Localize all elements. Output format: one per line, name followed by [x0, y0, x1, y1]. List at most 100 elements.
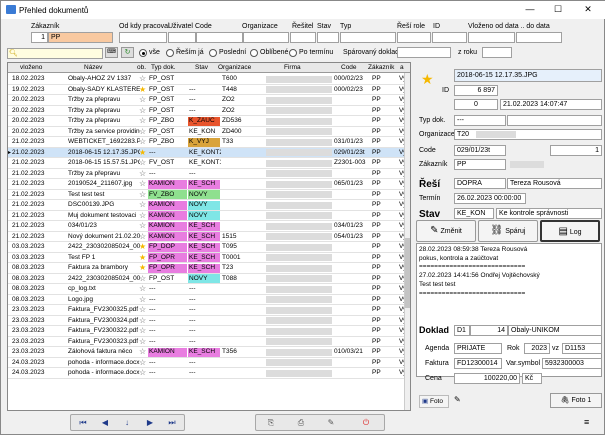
radio-resim-ja[interactable] [166, 49, 174, 57]
z-roku-field[interactable] [482, 47, 512, 58]
resi-person-field[interactable]: Tereza Rousová [507, 178, 602, 189]
next-record-icon[interactable]: ▶ [140, 416, 160, 430]
table-row[interactable]: 21.02.2023 Tržby za přepravu ☆ --- --- PP Vy [8, 169, 406, 179]
col-header-zakaznik[interactable]: Zákazník [368, 64, 394, 71]
favorite-star-icon[interactable]: ☆ [139, 158, 146, 167]
id-filter-field[interactable] [432, 32, 467, 43]
edit-icon[interactable]: ✎ [321, 416, 341, 430]
favorite-star-icon[interactable]: ★ [139, 242, 146, 251]
table-row[interactable]: 23.03.2023 Faktura_FV2300322.pdf ☆ --- --- PP… [8, 326, 406, 337]
favorite-star-icon[interactable]: ☆ [139, 74, 146, 83]
power-icon[interactable]: ⏻ [356, 416, 376, 430]
resi-role-field[interactable] [397, 32, 431, 43]
favorite-star-icon[interactable]: ☆ [139, 106, 146, 115]
organizace-field[interactable] [243, 32, 289, 43]
table-row[interactable]: 23.03.2023 Faktura_FV2300323.pdf ☆ --- --- PP… [8, 337, 406, 347]
table-row[interactable]: 21.02.2023 Test test test ☆ FV_ZBO NOVY PP Vy [8, 190, 406, 200]
favorite-star-icon[interactable]: ☆ [139, 211, 146, 220]
scrollbar-thumb[interactable] [405, 238, 410, 308]
favorite-star-icon[interactable]: ☆ [139, 221, 146, 230]
refresh-icon[interactable]: ↻ [121, 47, 134, 58]
keyboard-icon[interactable]: ⌨ [105, 47, 118, 58]
radio-po-terminu[interactable] [289, 49, 297, 57]
table-row[interactable]: 20.02.2023 Tržby za přepravu ☆ FP_ZBO K_ZAUČ… [8, 116, 406, 127]
table-row[interactable]: 21.02.2023 20190524_211607.jpg ☆ KAMION KE_S… [8, 179, 406, 190]
table-row[interactable]: 08.03.2023 cp_log.txt ☆ --- --- PP Vy [8, 284, 406, 295]
zakaznik-code-field[interactable]: PP [48, 32, 113, 43]
favorite-star-icon[interactable]: ☆ [139, 179, 146, 188]
table-row[interactable]: 08.03.2023 Logo.jpg ☆ --- --- PP Vy [8, 295, 406, 305]
prev-record-icon[interactable]: ◀ [95, 416, 115, 430]
print-icon[interactable]: ⎙ [291, 416, 311, 430]
col-header-typ-dok[interactable]: Typ dok. [151, 64, 176, 71]
favorite-star-icon[interactable]: ☆ [139, 274, 146, 283]
table-row[interactable]: 20.02.2023 Tržby za přepravu ☆ FP_OST --- ZO2… [8, 106, 406, 116]
termin-field[interactable]: 26.02.2023 00:00:00 [454, 193, 526, 204]
table-row[interactable]: 24.03.2023 pohoda - informace.docx ☆ --- ---… [8, 368, 406, 379]
table-row[interactable]: 21.02.2023 WEBTICKET_1692283.PDF☆FP_ZBO K_… [8, 137, 406, 148]
favorite-star-icon[interactable]: ☆ [139, 284, 146, 293]
table-row[interactable]: 08.03.2023 2422_230302085024_001.pd☆FP_OS… [8, 274, 406, 284]
foto1-button[interactable]: 🖇︎ Foto 1 [550, 393, 602, 408]
notes-area[interactable]: 28.02.2023 08:59:38 Tereza Rousová pokus,… [416, 243, 602, 377]
code-field[interactable] [196, 32, 243, 43]
log-button[interactable]: ▤ Log [540, 220, 600, 242]
table-row[interactable]: 08.03.2023 Faktura za brambory ★ FP_OPR KE_S… [8, 263, 406, 274]
table-row[interactable]: 24.03.2023 pohoda - informace.docx ☆ --- ---… [8, 358, 406, 368]
col-header-ob[interactable]: ob. [137, 64, 146, 71]
favorite-star-icon[interactable]: ☆ [139, 347, 146, 356]
first-record-icon[interactable]: ⏮ [73, 416, 93, 430]
favorite-star-icon[interactable]: ☆ [139, 295, 146, 304]
favorite-star-icon[interactable]: ★ [421, 71, 434, 88]
favorite-star-icon[interactable]: ☆ [139, 232, 146, 241]
sparuj-button[interactable]: ⛓ Spáruj [478, 220, 538, 242]
favorite-star-icon[interactable]: ☆ [139, 305, 146, 314]
table-row[interactable]: 21.02.2023 Nový dokument 21.02.2023 ☆ KAMIO… [8, 232, 406, 242]
radio-oblibene[interactable] [250, 49, 258, 57]
table-row[interactable]: ▸ 21.02.2023 2018-06-15 12.17.35.JPG ★ --- KE… [8, 147, 406, 158]
favorite-star-icon[interactable]: ☆ [139, 326, 146, 335]
table-row[interactable]: 18.02.2023 Obaly-AHOZ 2V 1337 ☆ FP_OST T600 0… [8, 74, 406, 85]
last-record-icon[interactable]: ⏭ [162, 416, 182, 430]
minimize-button[interactable]: — [519, 1, 541, 17]
pin-icon[interactable]: ✎ [454, 395, 461, 404]
favorite-star-icon[interactable]: ★ [139, 263, 146, 272]
vlozeno-from-field[interactable] [468, 32, 515, 43]
resitel-field[interactable] [290, 32, 316, 43]
stav-field[interactable] [317, 32, 339, 43]
zmenit-button[interactable]: ✎ Změnit [416, 220, 476, 242]
zakaznik-number-field[interactable]: 1 [31, 32, 48, 43]
od-kdy-field[interactable] [119, 32, 167, 43]
favorite-star-icon[interactable]: ★ [139, 253, 146, 262]
typ-dok-field[interactable]: --- [454, 115, 506, 126]
col-header-a[interactable]: a [400, 64, 404, 71]
documents-table[interactable]: vloženo Název ob. Typ dok. Stav Organiza… [7, 62, 411, 411]
col-header-firma[interactable]: Firma [284, 64, 301, 71]
radio-vse[interactable] [139, 49, 147, 57]
copy-icon[interactable]: ⎘ [261, 416, 281, 430]
favorite-star-icon[interactable]: ☆ [139, 127, 146, 136]
favorite-star-icon[interactable]: ☆ [139, 169, 146, 178]
favorite-star-icon[interactable]: ★ [139, 85, 146, 94]
table-row[interactable]: 03.03.2023 2422_230302085024_001.pd★FP_DO… [8, 242, 406, 253]
code-num-field[interactable]: 1 [550, 145, 602, 156]
favorite-star-icon[interactable]: ☆ [139, 368, 146, 377]
favorite-star-icon[interactable]: ☆ [139, 358, 146, 367]
search-input[interactable] [7, 48, 103, 59]
favorite-star-icon[interactable]: ☆ [139, 95, 146, 104]
code-detail-field[interactable]: 029/01/23t [454, 145, 506, 156]
favorite-star-icon[interactable]: ★ [139, 148, 146, 157]
typ-field[interactable] [340, 32, 396, 43]
col-header-vlozeno[interactable]: vloženo [20, 64, 42, 71]
radio-posledni[interactable] [209, 49, 217, 57]
menu-icon[interactable]: ≡ [584, 417, 589, 427]
foto-button[interactable]: ▣ Foto [419, 395, 449, 408]
table-row[interactable]: 20.02.2023 Tržby za přepravu ☆ FP_OST --- ZO2… [8, 95, 406, 106]
table-scrollbar[interactable] [404, 73, 410, 410]
favorite-star-icon[interactable]: ☆ [139, 116, 146, 125]
stav-detail-field[interactable]: KE_KON [454, 208, 494, 219]
table-row[interactable]: 20.02.2023 Tržby za service providing ☆ FP_… [8, 127, 406, 137]
sort-az-icon[interactable]: ↓ [117, 416, 137, 430]
table-row[interactable]: 21.02.2023 2018-06-15 15.57.51.JPG ☆ FV_OST… [8, 158, 406, 169]
favorite-star-icon[interactable]: ☆ [139, 137, 146, 146]
